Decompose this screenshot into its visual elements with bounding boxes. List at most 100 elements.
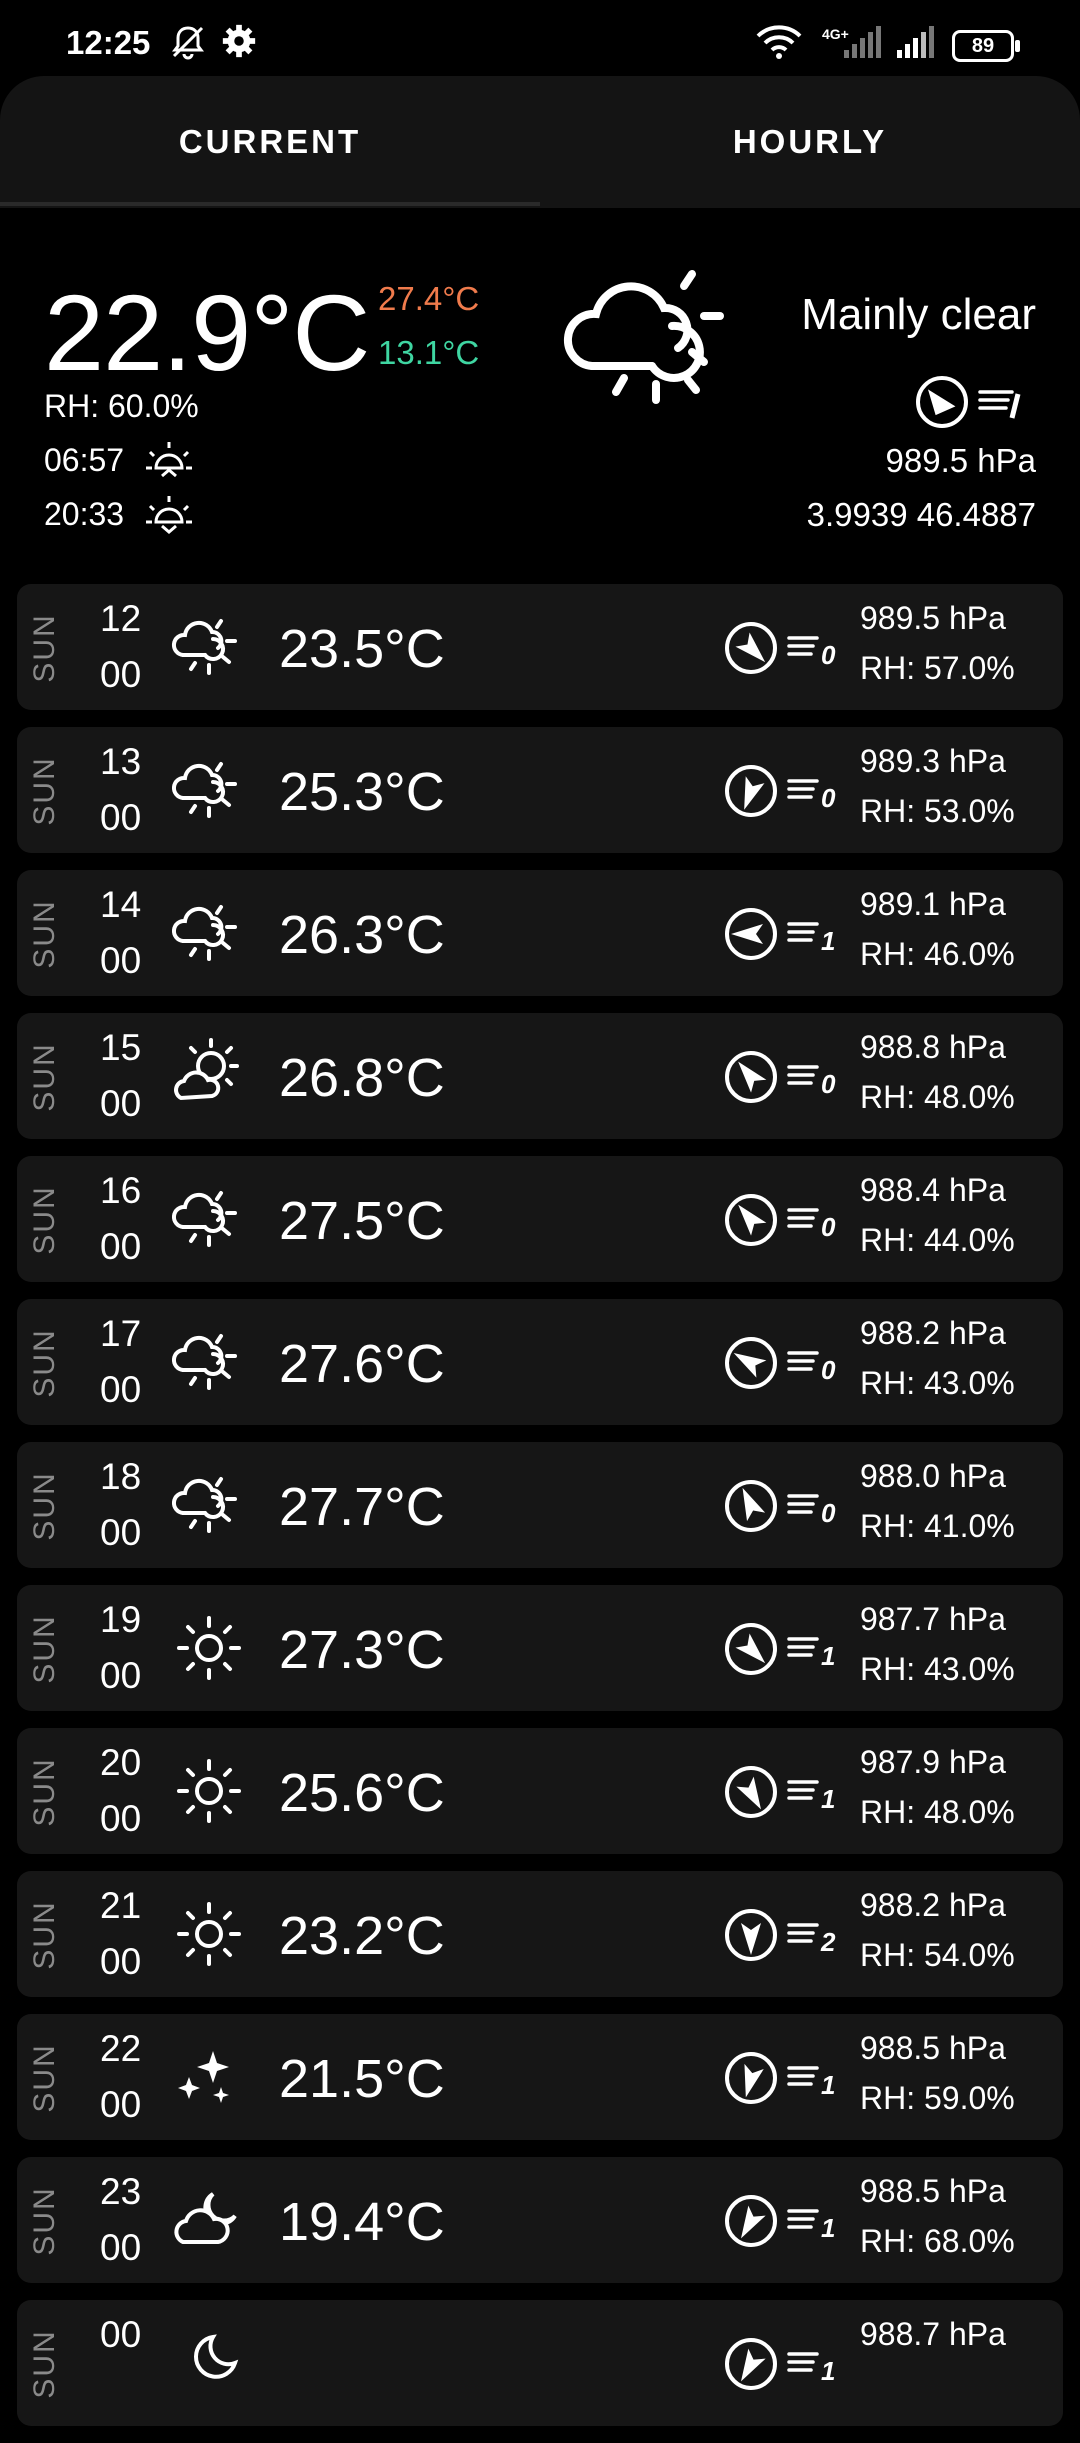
hour-temperature: 27.6°C <box>279 1334 445 1394</box>
tab-current[interactable]: CURRENT <box>0 76 540 208</box>
hour-temperature: 27.5°C <box>279 1191 445 1251</box>
wind-speed-icon: 0 <box>787 1208 836 1242</box>
hour-pressure: 989.5 hPa <box>860 600 1006 636</box>
hour-label: 14 <box>100 884 142 925</box>
hourly-row[interactable]: SUN 14 00 26.3°C 1 989.1 hPa RH: 46.0% <box>17 870 1063 996</box>
current-temperature: 22.9°C <box>44 272 370 393</box>
hourly-row[interactable]: SUN 17 00 27.6°C 0 988.2 hPa RH: 43.0% <box>17 1299 1063 1425</box>
minute-label: 00 <box>100 1083 142 1124</box>
minute-label: 00 <box>100 1941 142 1982</box>
wind-speed-icon: 1 <box>787 2352 835 2386</box>
hour-label: 00 <box>100 2314 142 2355</box>
wind-force-label: 1 <box>821 926 835 956</box>
wind-force-label: 1 <box>821 1784 835 1814</box>
sunset-time: 20:33 <box>44 496 125 532</box>
battery-tip <box>1015 40 1020 52</box>
tab-hourly[interactable]: HOURLY <box>540 76 1080 208</box>
hour-pressure: 988.2 hPa <box>860 1315 1006 1351</box>
day-label: SUN <box>28 1042 61 1112</box>
sunrise-time: 06:57 <box>44 442 125 478</box>
wind-speed-icon: 2 <box>787 1923 836 1957</box>
day-label: SUN <box>28 1328 61 1398</box>
hour-temperature: 27.7°C <box>279 1477 445 1537</box>
cloud-moon-icon <box>174 2192 237 2244</box>
hour-label: 23 <box>100 2171 142 2212</box>
minute-label: 00 <box>100 1226 142 1267</box>
hour-pressure: 988.2 hPa <box>860 1887 1006 1923</box>
tab-indicator <box>0 202 540 206</box>
day-label: SUN <box>28 2186 61 2256</box>
hour-temperature: 27.3°C <box>279 1620 445 1680</box>
wind-speed-icon: 0 <box>787 636 836 670</box>
day-label: SUN <box>28 1900 61 1970</box>
tab-bar: CURRENT HOURLY <box>0 76 1080 208</box>
partly-cloudy-icon <box>172 1334 237 1390</box>
wind-force-label: 0 <box>821 1212 836 1242</box>
wind-force-label: 1 <box>821 1641 835 1671</box>
hourly-row[interactable]: SUN 13 00 25.3°C 0 989.3 hPa RH: 53.0% <box>17 727 1063 853</box>
wind-direction-icon <box>725 1337 777 1389</box>
hourly-row[interactable]: SUN 16 00 27.5°C 0 988.4 hPa RH: 44.0% <box>17 1156 1063 1282</box>
partly-cloudy-icon <box>172 1477 237 1533</box>
wind-direction-icon <box>725 2052 777 2104</box>
hourly-row[interactable]: SUN 21 00 23.2°C 2 988.2 hPa RH: 54.0% <box>17 1871 1063 1997</box>
gear-icon <box>222 24 256 58</box>
wind-speed-icon: 1 <box>787 2066 835 2100</box>
wind-direction-icon <box>916 376 968 428</box>
wind-speed-icon: 1 <box>787 922 835 956</box>
hourly-row[interactable]: SUN 23 00 19.4°C 1 988.5 hPa RH: 68.0% <box>17 2157 1063 2283</box>
hourly-row[interactable]: SUN 22 00 21.5°C 1 988.5 hPa RH: 59.0% <box>17 2014 1063 2140</box>
hourly-list[interactable]: SUN 12 00 23.5°C 0 989.5 hPa RH: 57.0% S… <box>17 584 1063 2443</box>
sun-icon <box>177 1616 241 1680</box>
day-label: SUN <box>28 756 61 826</box>
sunset-icon <box>146 496 192 534</box>
wind-direction-icon <box>725 1194 777 1246</box>
sun-icon <box>177 1902 241 1966</box>
hourly-row[interactable]: SUN 12 00 23.5°C 0 989.5 hPa RH: 57.0% <box>17 584 1063 710</box>
partly-cloudy-icon <box>564 270 724 404</box>
wind-force-label: 1 <box>821 2356 835 2386</box>
wind-direction-icon <box>725 2338 777 2390</box>
condition-text: Mainly clear <box>801 290 1036 339</box>
hour-humidity: RH: 53.0% <box>860 793 1015 829</box>
hour-label: 21 <box>100 1885 142 1926</box>
wind-force-label: 0 <box>821 1355 836 1385</box>
hour-humidity: RH: 43.0% <box>860 1651 1015 1687</box>
minute-label: 00 <box>100 654 142 695</box>
minute-label: 00 <box>100 1655 142 1696</box>
hour-label: 18 <box>100 1456 142 1497</box>
hourly-row[interactable]: SUN 19 00 27.3°C 1 987.7 hPa RH: 43.0% <box>17 1585 1063 1711</box>
hour-pressure: 988.4 hPa <box>860 1172 1006 1208</box>
hour-humidity: RH: 68.0% <box>860 2223 1015 2259</box>
wind-force-label: 1 <box>821 2213 835 2243</box>
day-label: SUN <box>28 1614 61 1684</box>
hourly-row[interactable]: SUN 18 00 27.7°C 0 988.0 hPa RH: 41.0% <box>17 1442 1063 1568</box>
hourly-row[interactable]: SUN 00 1 988.7 hPa <box>17 2300 1063 2426</box>
hour-label: 16 <box>100 1170 142 1211</box>
wind-direction-icon <box>725 622 777 674</box>
minute-label: 00 <box>100 1369 142 1410</box>
wind-force-label: 2 <box>820 1927 836 1957</box>
hour-pressure: 988.7 hPa <box>860 2316 1006 2352</box>
wind-speed-icon: 0 <box>787 1065 836 1099</box>
battery-level: 89 <box>971 35 995 57</box>
status-time: 12:25 <box>66 24 151 61</box>
hour-pressure: 987.9 hPa <box>860 1744 1006 1780</box>
sun-cloud-icon <box>174 1038 239 1101</box>
partly-cloudy-icon <box>172 1191 237 1247</box>
wind-speed-icon: 1 <box>787 2209 835 2243</box>
hour-humidity: RH: 43.0% <box>860 1365 1015 1401</box>
wind-direction-icon <box>725 2195 777 2247</box>
minute-label: 00 <box>100 1798 142 1839</box>
hour-humidity: RH: 41.0% <box>860 1508 1015 1544</box>
bell-muted-icon <box>172 26 204 60</box>
hour-pressure: 988.5 hPa <box>860 2173 1006 2209</box>
max-temperature: 27.4°C <box>378 280 480 317</box>
hourly-row[interactable]: SUN 20 00 25.6°C 1 987.9 hPa RH: 48.0% <box>17 1728 1063 1854</box>
hour-temperature: 23.2°C <box>279 1906 445 1966</box>
hourly-row[interactable]: SUN 15 00 26.8°C 0 988.8 hPa RH: 48.0% <box>17 1013 1063 1139</box>
hour-humidity: RH: 46.0% <box>860 936 1015 972</box>
wind-direction-icon <box>725 1051 777 1103</box>
hour-label: 17 <box>100 1313 142 1354</box>
wind-speed-icon <box>978 390 1021 419</box>
